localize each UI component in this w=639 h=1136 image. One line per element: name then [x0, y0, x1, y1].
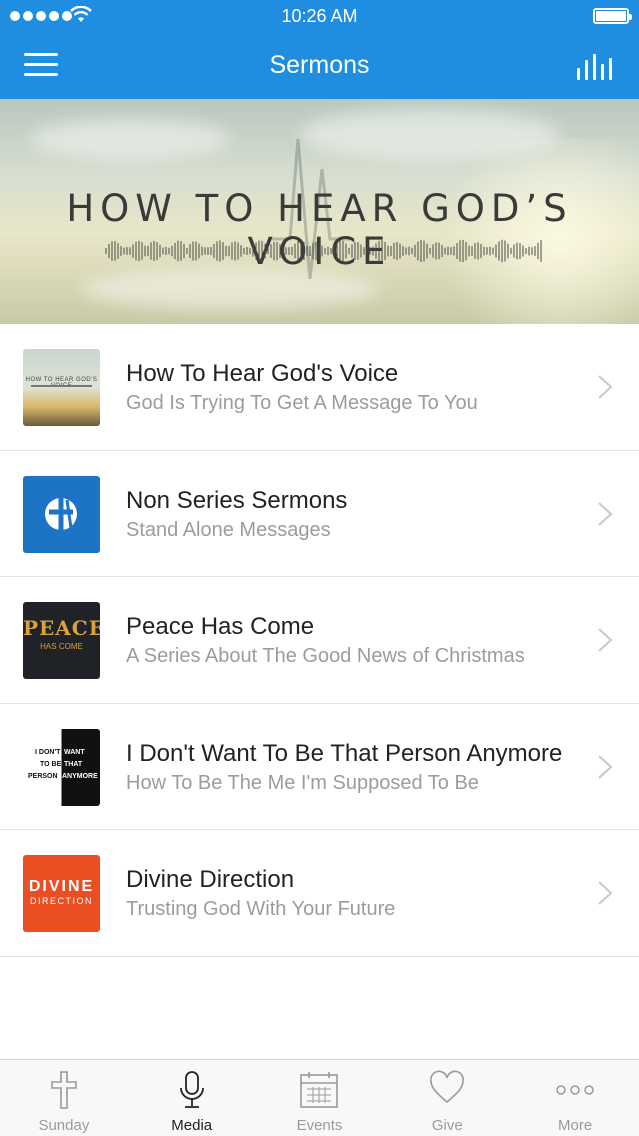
series-title: Divine Direction [126, 866, 295, 894]
series-thumbnail: HOW TO HEAR GOD'S VOICE [23, 349, 100, 426]
heart-icon [430, 1070, 465, 1104]
chevron-right-icon [598, 755, 613, 779]
tab-media[interactable]: Media [128, 1060, 256, 1136]
microphone-icon [179, 1071, 204, 1108]
series-title: I Don't Want To Be That Person Anymore [126, 739, 563, 767]
tab-label: Events [296, 1117, 343, 1134]
series-thumbnail [23, 475, 100, 553]
battery-icon [593, 8, 632, 24]
tab-label: Give [431, 1117, 463, 1134]
list-item[interactable]: Non Series Sermons Stand Alone Messages [0, 450, 639, 578]
series-thumbnail: PEACE HAS COME [23, 602, 100, 680]
nav-bar: Sermons [0, 34, 639, 99]
status-bar: 10:26 AM [0, 0, 639, 34]
tab-events[interactable]: Events [256, 1060, 384, 1136]
tab-label: More [557, 1117, 593, 1134]
list-item[interactable]: HOW TO HEAR GOD'S VOICE How To Hear God'… [0, 324, 639, 451]
waveform-graphic [105, 239, 542, 263]
featured-series-banner[interactable]: HOW TO HEAR GOD’S VOICE [0, 99, 639, 324]
series-thumbnail: DIVINE DIRECTION [23, 855, 100, 933]
list-item[interactable]: I DON'T WANT TO BE THAT PERSON ANYMORE I… [0, 703, 639, 831]
status-time: 10:26 AM [281, 6, 358, 26]
series-subtitle: God Is Trying To Get A Message To You [126, 392, 478, 414]
sermon-series-list: HOW TO HEAR GOD'S VOICE How To Hear God'… [0, 324, 639, 957]
tab-label: Sunday [38, 1117, 90, 1134]
chevron-right-icon [598, 375, 613, 399]
page-title: Sermons [269, 51, 370, 79]
tab-bar: Sunday Media Events Give More [0, 1059, 639, 1136]
tab-more[interactable]: More [511, 1060, 639, 1136]
series-title: Peace Has Come [126, 613, 315, 641]
chevron-right-icon [598, 628, 613, 652]
series-title: How To Hear God's Voice [126, 360, 399, 387]
calendar-icon [300, 1072, 339, 1108]
more-dots-icon [556, 1085, 594, 1095]
series-title: Non Series Sermons [126, 486, 348, 514]
series-thumbnail: I DON'T WANT TO BE THAT PERSON ANYMORE [23, 728, 100, 806]
list-item[interactable]: DIVINE DIRECTION Divine Direction Trusti… [0, 830, 639, 957]
tab-sunday[interactable]: Sunday [0, 1060, 128, 1136]
audio-bars-icon[interactable] [577, 54, 617, 80]
tab-give[interactable]: Give [383, 1060, 511, 1136]
chevron-right-icon [598, 881, 613, 906]
chevron-right-icon [598, 501, 613, 526]
app-header: 10:26 AM Sermons [0, 0, 639, 99]
tab-label: Media [171, 1117, 213, 1134]
list-item[interactable]: PEACE HAS COME Peace Has Come A Series A… [0, 577, 639, 704]
series-subtitle: A Series About The Good News of Christma… [126, 645, 525, 668]
series-subtitle: Trusting God With Your Future [126, 898, 396, 921]
church-logo-icon [45, 495, 77, 532]
series-subtitle: How To Be The Me I'm Supposed To Be [126, 771, 479, 794]
cross-icon [51, 1071, 77, 1109]
series-subtitle: Stand Alone Messages [126, 518, 331, 541]
